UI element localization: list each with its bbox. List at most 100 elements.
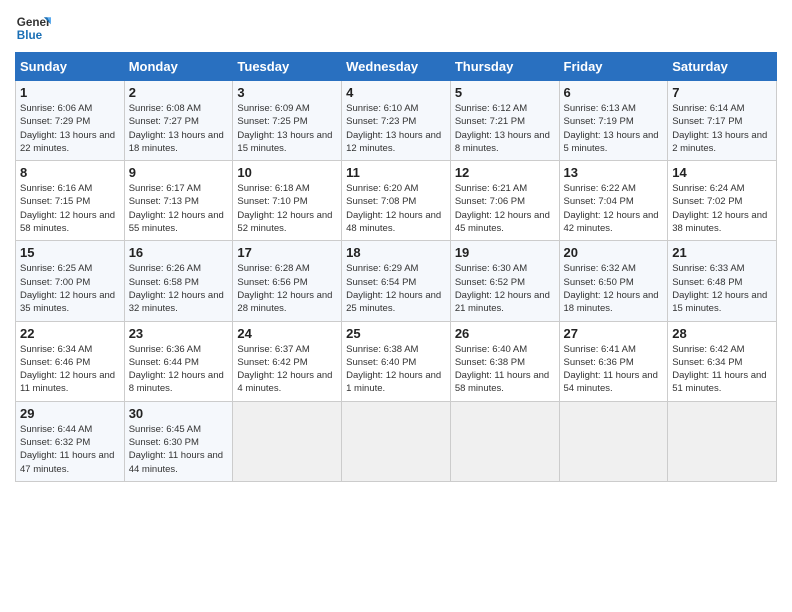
day-number: 24 [237, 326, 337, 341]
day-number: 11 [346, 165, 446, 180]
calendar-cell: 7 Sunrise: 6:14 AMSunset: 7:17 PMDayligh… [668, 81, 777, 161]
calendar-cell: 27 Sunrise: 6:41 AMSunset: 6:36 PMDaylig… [559, 321, 668, 401]
calendar-cell: 13 Sunrise: 6:22 AMSunset: 7:04 PMDaylig… [559, 161, 668, 241]
calendar-header-monday: Monday [124, 53, 233, 81]
calendar-header-sunday: Sunday [16, 53, 125, 81]
calendar-cell: 21 Sunrise: 6:33 AMSunset: 6:48 PMDaylig… [668, 241, 777, 321]
calendar-cell [233, 401, 342, 481]
day-info: Sunrise: 6:06 AMSunset: 7:29 PMDaylight:… [20, 102, 120, 155]
day-info: Sunrise: 6:08 AMSunset: 7:27 PMDaylight:… [129, 102, 229, 155]
day-number: 6 [564, 85, 664, 100]
day-number: 22 [20, 326, 120, 341]
day-number: 29 [20, 406, 120, 421]
day-info: Sunrise: 6:20 AMSunset: 7:08 PMDaylight:… [346, 182, 446, 235]
logo-icon: General Blue [15, 10, 51, 46]
calendar-cell: 19 Sunrise: 6:30 AMSunset: 6:52 PMDaylig… [450, 241, 559, 321]
calendar-cell: 24 Sunrise: 6:37 AMSunset: 6:42 PMDaylig… [233, 321, 342, 401]
day-number: 13 [564, 165, 664, 180]
day-number: 14 [672, 165, 772, 180]
day-number: 16 [129, 245, 229, 260]
day-info: Sunrise: 6:42 AMSunset: 6:34 PMDaylight:… [672, 343, 772, 396]
day-info: Sunrise: 6:29 AMSunset: 6:54 PMDaylight:… [346, 262, 446, 315]
calendar-cell [450, 401, 559, 481]
day-info: Sunrise: 6:41 AMSunset: 6:36 PMDaylight:… [564, 343, 664, 396]
calendar-week-3: 15 Sunrise: 6:25 AMSunset: 7:00 PMDaylig… [16, 241, 777, 321]
calendar-cell: 25 Sunrise: 6:38 AMSunset: 6:40 PMDaylig… [342, 321, 451, 401]
calendar-week-5: 29 Sunrise: 6:44 AMSunset: 6:32 PMDaylig… [16, 401, 777, 481]
day-info: Sunrise: 6:37 AMSunset: 6:42 PMDaylight:… [237, 343, 337, 396]
calendar-cell: 22 Sunrise: 6:34 AMSunset: 6:46 PMDaylig… [16, 321, 125, 401]
day-number: 27 [564, 326, 664, 341]
calendar-cell [342, 401, 451, 481]
calendar-cell: 9 Sunrise: 6:17 AMSunset: 7:13 PMDayligh… [124, 161, 233, 241]
day-number: 5 [455, 85, 555, 100]
day-info: Sunrise: 6:38 AMSunset: 6:40 PMDaylight:… [346, 343, 446, 396]
calendar-cell: 1 Sunrise: 6:06 AMSunset: 7:29 PMDayligh… [16, 81, 125, 161]
calendar-cell: 2 Sunrise: 6:08 AMSunset: 7:27 PMDayligh… [124, 81, 233, 161]
calendar-cell: 15 Sunrise: 6:25 AMSunset: 7:00 PMDaylig… [16, 241, 125, 321]
calendar-cell: 8 Sunrise: 6:16 AMSunset: 7:15 PMDayligh… [16, 161, 125, 241]
day-number: 21 [672, 245, 772, 260]
calendar-cell: 6 Sunrise: 6:13 AMSunset: 7:19 PMDayligh… [559, 81, 668, 161]
calendar-cell: 10 Sunrise: 6:18 AMSunset: 7:10 PMDaylig… [233, 161, 342, 241]
calendar-cell [559, 401, 668, 481]
calendar-cell: 3 Sunrise: 6:09 AMSunset: 7:25 PMDayligh… [233, 81, 342, 161]
calendar-header-saturday: Saturday [668, 53, 777, 81]
day-number: 25 [346, 326, 446, 341]
day-info: Sunrise: 6:36 AMSunset: 6:44 PMDaylight:… [129, 343, 229, 396]
day-number: 1 [20, 85, 120, 100]
calendar-header-tuesday: Tuesday [233, 53, 342, 81]
day-info: Sunrise: 6:28 AMSunset: 6:56 PMDaylight:… [237, 262, 337, 315]
day-info: Sunrise: 6:09 AMSunset: 7:25 PMDaylight:… [237, 102, 337, 155]
calendar-cell: 29 Sunrise: 6:44 AMSunset: 6:32 PMDaylig… [16, 401, 125, 481]
day-info: Sunrise: 6:26 AMSunset: 6:58 PMDaylight:… [129, 262, 229, 315]
calendar-cell: 26 Sunrise: 6:40 AMSunset: 6:38 PMDaylig… [450, 321, 559, 401]
logo: General Blue [15, 10, 51, 46]
day-info: Sunrise: 6:32 AMSunset: 6:50 PMDaylight:… [564, 262, 664, 315]
calendar-cell [668, 401, 777, 481]
day-info: Sunrise: 6:12 AMSunset: 7:21 PMDaylight:… [455, 102, 555, 155]
day-number: 15 [20, 245, 120, 260]
calendar-cell: 11 Sunrise: 6:20 AMSunset: 7:08 PMDaylig… [342, 161, 451, 241]
day-number: 26 [455, 326, 555, 341]
day-info: Sunrise: 6:34 AMSunset: 6:46 PMDaylight:… [20, 343, 120, 396]
day-number: 4 [346, 85, 446, 100]
calendar-week-2: 8 Sunrise: 6:16 AMSunset: 7:15 PMDayligh… [16, 161, 777, 241]
day-info: Sunrise: 6:22 AMSunset: 7:04 PMDaylight:… [564, 182, 664, 235]
page-header: General Blue [15, 10, 777, 46]
calendar-cell: 4 Sunrise: 6:10 AMSunset: 7:23 PMDayligh… [342, 81, 451, 161]
day-number: 20 [564, 245, 664, 260]
calendar-table: SundayMondayTuesdayWednesdayThursdayFrid… [15, 52, 777, 482]
day-number: 28 [672, 326, 772, 341]
calendar-body: 1 Sunrise: 6:06 AMSunset: 7:29 PMDayligh… [16, 81, 777, 482]
day-number: 8 [20, 165, 120, 180]
calendar-cell: 17 Sunrise: 6:28 AMSunset: 6:56 PMDaylig… [233, 241, 342, 321]
day-info: Sunrise: 6:14 AMSunset: 7:17 PMDaylight:… [672, 102, 772, 155]
day-number: 10 [237, 165, 337, 180]
day-info: Sunrise: 6:33 AMSunset: 6:48 PMDaylight:… [672, 262, 772, 315]
calendar-cell: 14 Sunrise: 6:24 AMSunset: 7:02 PMDaylig… [668, 161, 777, 241]
day-info: Sunrise: 6:16 AMSunset: 7:15 PMDaylight:… [20, 182, 120, 235]
day-info: Sunrise: 6:40 AMSunset: 6:38 PMDaylight:… [455, 343, 555, 396]
day-number: 9 [129, 165, 229, 180]
day-number: 30 [129, 406, 229, 421]
day-number: 12 [455, 165, 555, 180]
calendar-cell: 16 Sunrise: 6:26 AMSunset: 6:58 PMDaylig… [124, 241, 233, 321]
calendar-cell: 20 Sunrise: 6:32 AMSunset: 6:50 PMDaylig… [559, 241, 668, 321]
svg-text:Blue: Blue [17, 29, 43, 42]
day-info: Sunrise: 6:24 AMSunset: 7:02 PMDaylight:… [672, 182, 772, 235]
day-info: Sunrise: 6:45 AMSunset: 6:30 PMDaylight:… [129, 423, 229, 476]
day-number: 19 [455, 245, 555, 260]
day-number: 18 [346, 245, 446, 260]
calendar-cell: 5 Sunrise: 6:12 AMSunset: 7:21 PMDayligh… [450, 81, 559, 161]
day-info: Sunrise: 6:21 AMSunset: 7:06 PMDaylight:… [455, 182, 555, 235]
calendar-cell: 12 Sunrise: 6:21 AMSunset: 7:06 PMDaylig… [450, 161, 559, 241]
day-number: 2 [129, 85, 229, 100]
calendar-header-row: SundayMondayTuesdayWednesdayThursdayFrid… [16, 53, 777, 81]
calendar-cell: 30 Sunrise: 6:45 AMSunset: 6:30 PMDaylig… [124, 401, 233, 481]
calendar-header-wednesday: Wednesday [342, 53, 451, 81]
day-info: Sunrise: 6:18 AMSunset: 7:10 PMDaylight:… [237, 182, 337, 235]
day-info: Sunrise: 6:17 AMSunset: 7:13 PMDaylight:… [129, 182, 229, 235]
calendar-header-friday: Friday [559, 53, 668, 81]
day-number: 23 [129, 326, 229, 341]
